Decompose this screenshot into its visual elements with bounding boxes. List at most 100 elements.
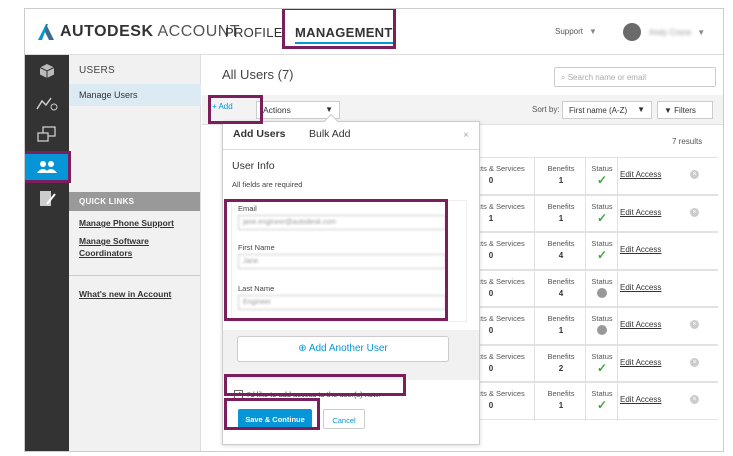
- pending-icon: [597, 287, 607, 298]
- status-label: Status: [591, 164, 613, 173]
- close-icon[interactable]: ×: [463, 130, 469, 141]
- support-menu[interactable]: Support ▼: [555, 27, 597, 36]
- support-label: Support: [555, 27, 584, 36]
- benefits-count: 1: [558, 176, 564, 185]
- user-menu[interactable]: Andy Crane ▼: [623, 23, 705, 41]
- required-note: All fields are required: [232, 180, 303, 189]
- user-info-form: Email jane.engineer@autodesk.com First N…: [231, 200, 467, 322]
- sub-navigation: USERS Manage Users QUICK LINKS Manage Ph…: [69, 55, 201, 451]
- devices-nav-item[interactable]: [25, 119, 69, 151]
- column-divider: [617, 158, 618, 196]
- check-icon: ✓: [596, 360, 608, 375]
- column-divider: [585, 270, 586, 308]
- check-icon: ✓: [596, 248, 608, 262]
- status-label: Status: [591, 201, 613, 211]
- pending-icon: [597, 325, 607, 335]
- column-divider: [585, 233, 586, 271]
- users-icon: [37, 161, 57, 173]
- benefits-cell: Benefits 2: [538, 352, 584, 373]
- app-window: AUTODESK ACCOUNT PROFILE MANAGEMENT Supp…: [24, 8, 724, 452]
- quick-links-heading: QUICK LINKS: [69, 192, 200, 211]
- filters-button[interactable]: ▼ Filters: [657, 101, 713, 119]
- benefits-label: Benefits: [547, 314, 575, 323]
- filter-icon: ▼: [664, 106, 672, 115]
- column-divider: [534, 270, 535, 308]
- link-whats-new[interactable]: What's new in Account: [69, 276, 200, 300]
- column-divider: [534, 233, 535, 271]
- tab-add-users[interactable]: Add Users: [233, 128, 286, 140]
- table-row: Products & Services 0 Benefits 4 Status Edit …: [452, 269, 718, 308]
- remove-user-icon[interactable]: ×: [690, 395, 699, 404]
- brand-name: AUTODESK: [60, 23, 154, 40]
- table-row: Products & Services 0 Benefits 4 Status ✓ Edit…: [452, 232, 718, 271]
- column-divider: [617, 383, 618, 421]
- nav-management[interactable]: MANAGEMENT: [295, 25, 393, 44]
- status-cell: Status: [587, 314, 617, 337]
- benefits-cell: Benefits 4: [538, 277, 584, 298]
- benefits-count: 4: [558, 288, 564, 298]
- edit-access-link[interactable]: Edit Access: [620, 208, 661, 217]
- add-access-checkbox[interactable]: ✓: [234, 390, 243, 399]
- reporting-nav-item[interactable]: [25, 87, 69, 119]
- users-nav-item[interactable]: [25, 151, 69, 183]
- first-name-label: First Name: [238, 243, 275, 252]
- edit-access-link[interactable]: Edit Access: [620, 245, 661, 254]
- edit-access-link[interactable]: Edit Access: [620, 320, 661, 329]
- status-label: Status: [591, 351, 613, 361]
- last-name-field[interactable]: Engineer: [238, 295, 446, 310]
- link-manage-phone-support[interactable]: Manage Phone Support: [69, 211, 200, 229]
- first-name-field[interactable]: Jane: [238, 254, 446, 269]
- autodesk-logo[interactable]: AUTODESK ACCOUNT: [37, 23, 240, 41]
- chevron-down-icon: ▼: [697, 27, 706, 37]
- link-manage-software-coordinators[interactable]: Manage Software Coordinators: [69, 229, 200, 259]
- add-users-popover: Add Users Bulk Add × User Info All field…: [222, 113, 480, 445]
- nav-profile[interactable]: PROFILE: [225, 25, 283, 40]
- billing-nav-item[interactable]: [25, 183, 69, 215]
- add-access-checkbox-row[interactable]: ✓ I'd like to add access to the user(s) …: [234, 390, 380, 399]
- remove-user-icon[interactable]: ×: [690, 170, 699, 179]
- results-count: 7 results: [672, 137, 703, 146]
- search-icon: ⌕: [561, 73, 566, 82]
- actions-label: Actions: [263, 105, 291, 115]
- remove-user-icon[interactable]: ×: [690, 320, 699, 329]
- add-button[interactable]: + Add: [212, 102, 233, 111]
- table-row: Products & Services 1 Benefits 1 Status ✓ Edit…: [452, 194, 718, 233]
- edit-access-link[interactable]: Edit Access: [620, 395, 661, 404]
- chevron-down-icon: ▼: [637, 105, 645, 114]
- document-edit-icon: [40, 191, 56, 206]
- table-row: Products & Services 0 Benefits 1 Status Edit …: [452, 307, 718, 346]
- tab-bulk-add[interactable]: Bulk Add: [309, 128, 350, 140]
- cancel-button[interactable]: Cancel: [323, 409, 365, 429]
- column-divider: [534, 383, 535, 421]
- sort-select[interactable]: First name (A-Z) ▼: [562, 101, 652, 119]
- column-divider: [617, 195, 618, 233]
- benefits-count: 2: [558, 363, 564, 373]
- add-user-icon: ⊕: [298, 343, 309, 354]
- add-another-user-button[interactable]: ⊕ Add Another User: [237, 336, 449, 362]
- column-divider: [617, 345, 618, 383]
- save-continue-button[interactable]: Save & Continue: [238, 409, 312, 429]
- search-input[interactable]: ⌕ Search name or email: [554, 67, 716, 87]
- sort-label: Sort by:: [532, 105, 560, 114]
- status-cell: Status ✓: [587, 202, 617, 225]
- products-nav-item[interactable]: [25, 55, 69, 87]
- column-divider: [585, 308, 586, 346]
- subnav-item-manage-users[interactable]: Manage Users: [69, 84, 201, 106]
- column-divider: [585, 158, 586, 196]
- status-label: Status: [591, 276, 613, 286]
- benefits-count: 1: [558, 213, 564, 223]
- edit-access-link[interactable]: Edit Access: [620, 283, 661, 292]
- section-title: User Info: [232, 160, 275, 172]
- status-label: Status: [591, 389, 613, 398]
- email-field[interactable]: jane.engineer@autodesk.com: [238, 215, 446, 230]
- chart-icon: [36, 97, 58, 111]
- edit-access-link[interactable]: Edit Access: [620, 170, 661, 179]
- add-another-label: Add Another User: [308, 343, 388, 354]
- remove-user-icon[interactable]: ×: [690, 357, 699, 367]
- users-table: Products & Services 0 Benefits 1 Status ✓ Edit…: [452, 157, 718, 421]
- remove-user-icon[interactable]: ×: [690, 207, 699, 217]
- modal-tabs: Add Users Bulk Add ×: [223, 122, 479, 150]
- filters-label: Filters: [674, 106, 696, 115]
- add-access-label: I'd like to add access to the user(s) no…: [247, 390, 381, 399]
- edit-access-link[interactable]: Edit Access: [620, 358, 661, 367]
